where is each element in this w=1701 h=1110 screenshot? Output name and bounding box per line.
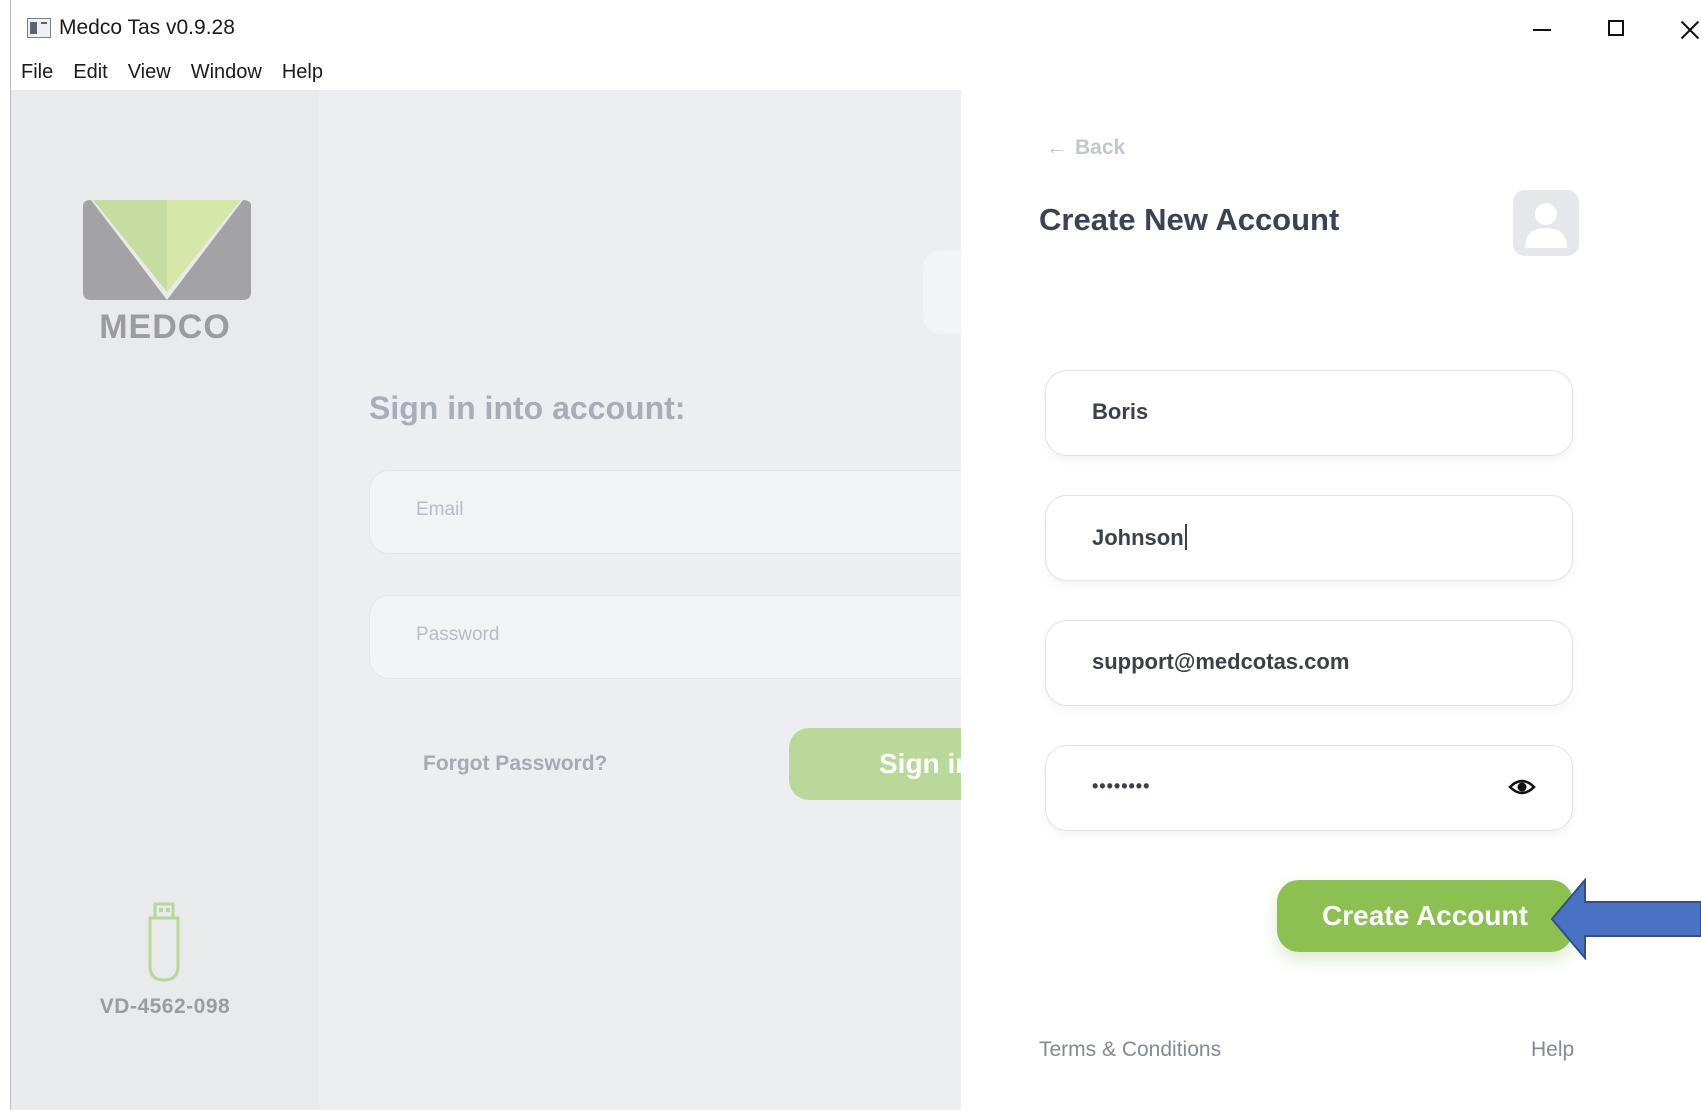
title-bar: Medco Tas v0.9.28 bbox=[11, 0, 1701, 58]
password-field[interactable]: •••••••• bbox=[1045, 745, 1573, 831]
email-field[interactable]: support@medcotas.com bbox=[1045, 620, 1573, 706]
device-id: VD-4562-098 bbox=[99, 995, 231, 1018]
ghost-card bbox=[923, 250, 961, 334]
terms-link[interactable]: Terms & Conditions bbox=[1039, 1038, 1221, 1062]
create-account-panel: ← Back Create New Account Boris Johnson s… bbox=[961, 90, 1701, 1110]
back-arrow-icon: ← bbox=[1046, 136, 1067, 159]
forgot-password-link[interactable]: Forgot Password? bbox=[423, 752, 607, 776]
window-title: Medco Tas v0.9.28 bbox=[59, 16, 235, 39]
close-button[interactable] bbox=[1669, 12, 1701, 46]
password-value: •••••••• bbox=[1092, 776, 1151, 796]
usb-drive-icon bbox=[148, 902, 180, 982]
back-link[interactable]: ← Back bbox=[1046, 136, 1125, 160]
user-silhouette-icon bbox=[1525, 203, 1567, 248]
app-window: Medco Tas v0.9.28 File Edit View Window … bbox=[10, 0, 1701, 1110]
last-name-value: Johnson bbox=[1092, 524, 1187, 551]
menu-bar: File Edit View Window Help bbox=[11, 58, 1701, 90]
signin-email-field[interactable]: Email bbox=[369, 470, 961, 554]
help-link[interactable]: Help bbox=[1531, 1038, 1574, 1062]
first-name-value: Boris bbox=[1092, 399, 1149, 424]
menu-file[interactable]: File bbox=[11, 58, 63, 90]
signin-title: Sign in into account: bbox=[369, 390, 686, 426]
last-name-field[interactable]: Johnson bbox=[1045, 495, 1573, 581]
logo-wordmark: MEDCO bbox=[99, 308, 231, 346]
signin-password-field[interactable]: Password bbox=[369, 595, 961, 679]
email-value: support@medcotas.com bbox=[1092, 649, 1350, 674]
maximize-button[interactable] bbox=[1595, 12, 1639, 46]
minimize-button[interactable] bbox=[1521, 12, 1565, 46]
sidebar: MEDCO VD-4562-098 bbox=[11, 90, 319, 1110]
signin-button[interactable]: Sign in bbox=[789, 728, 961, 800]
signin-area: Sign in into account: Email Password For… bbox=[319, 90, 961, 1110]
back-label: Back bbox=[1075, 136, 1126, 159]
app-icon bbox=[27, 18, 51, 38]
avatar-upload[interactable] bbox=[1513, 190, 1579, 256]
menu-edit[interactable]: Edit bbox=[63, 58, 117, 90]
first-name-field[interactable]: Boris bbox=[1045, 370, 1573, 456]
annotation-arrow-icon bbox=[1551, 878, 1701, 960]
signin-password-placeholder: Password bbox=[416, 624, 500, 645]
menu-window[interactable]: Window bbox=[181, 58, 272, 90]
panel-title: Create New Account bbox=[1039, 202, 1340, 237]
medco-logo bbox=[83, 200, 251, 300]
menu-view[interactable]: View bbox=[118, 58, 181, 90]
create-account-button[interactable]: Create Account bbox=[1277, 880, 1573, 952]
menu-help[interactable]: Help bbox=[272, 58, 333, 90]
signin-email-placeholder: Email bbox=[416, 499, 464, 520]
last-name-text: Johnson bbox=[1092, 525, 1184, 550]
text-cursor bbox=[1184, 524, 1187, 550]
eye-icon[interactable] bbox=[1508, 776, 1536, 798]
